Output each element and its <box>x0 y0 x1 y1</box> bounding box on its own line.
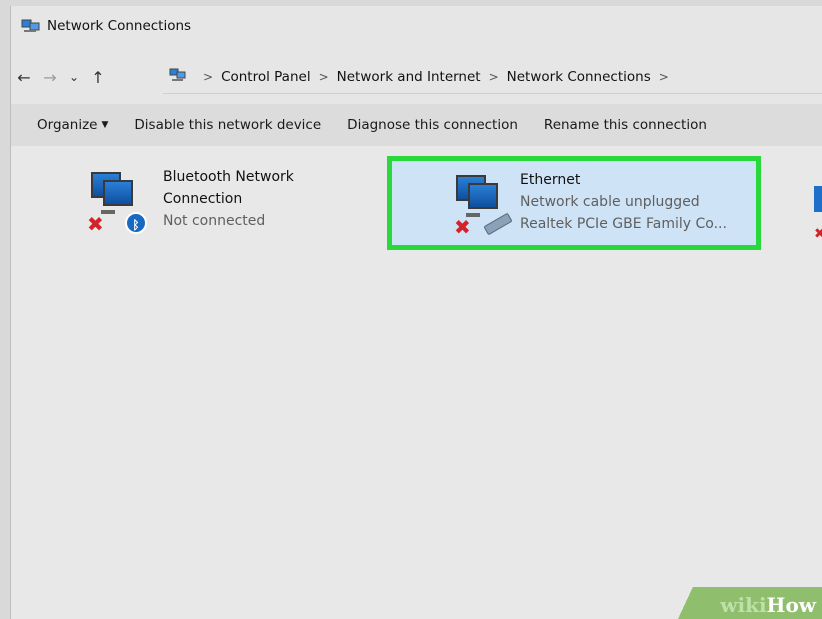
breadcrumb-separator[interactable]: > <box>659 70 669 84</box>
error-x-icon: ✖ <box>87 212 104 236</box>
watermark-wiki: wiki <box>720 593 767 617</box>
organize-menu[interactable]: Organize ▼ <box>37 117 108 133</box>
connection-status: Network cable unplugged <box>520 194 700 210</box>
up-button[interactable]: ↑ <box>85 68 111 87</box>
diagnose-connection-button[interactable]: Diagnose this connection <box>347 117 518 133</box>
connection-item-ethernet[interactable]: ✖ Ethernet Network cable unplugged Realt… <box>387 156 761 250</box>
connection-status: Not connected <box>163 213 266 229</box>
control-panel-icon <box>169 68 187 86</box>
network-cable-icon <box>483 212 513 236</box>
breadcrumb-separator: > <box>488 69 499 84</box>
connections-list: ✖ ᛒ Bluetooth Network Connection Not con… <box>11 146 822 619</box>
caret-down-icon: ▼ <box>101 120 109 130</box>
window-title: Network Connections <box>47 18 192 34</box>
partial-connection-icon[interactable]: ✖ <box>814 186 822 246</box>
connection-name: Ethernet <box>520 172 581 188</box>
breadcrumb-network-and-internet[interactable]: Network and Internet <box>337 69 481 85</box>
connection-name: Bluetooth Network <box>163 169 294 185</box>
address-bar[interactable]: > Control Panel > Network and Internet >… <box>163 60 822 94</box>
title-bar: Network Connections <box>11 6 822 46</box>
error-x-icon: ✖ <box>454 215 471 239</box>
command-bar: Organize ▼ Disable this network device Di… <box>11 104 822 146</box>
connection-device: Realtek PCIe GBE Family Co... <box>520 216 727 232</box>
connection-item-bluetooth[interactable]: ✖ ᛒ Bluetooth Network Connection Not con… <box>81 166 294 236</box>
forward-button[interactable]: → <box>37 68 63 87</box>
bluetooth-icon: ᛒ <box>125 212 147 234</box>
network-adapter-icon: ✖ <box>452 169 516 239</box>
back-button[interactable]: ← <box>11 68 37 87</box>
wikihow-watermark: wikiHow <box>662 587 822 619</box>
network-connections-icon <box>21 19 41 33</box>
address-row: ← → ⌄ ↑ > Control Panel > Network and In… <box>11 60 822 94</box>
organize-label: Organize <box>37 117 98 133</box>
watermark-how: How <box>766 593 816 617</box>
breadcrumb-control-panel[interactable]: Control Panel <box>221 69 311 85</box>
rename-connection-button[interactable]: Rename this connection <box>544 117 707 133</box>
network-connections-window: Network Connections ← → ⌄ ↑ > Control Pa… <box>10 6 822 619</box>
breadcrumb-network-connections[interactable]: Network Connections <box>507 69 651 85</box>
breadcrumb-separator: > <box>318 69 329 84</box>
network-adapter-icon: ✖ ᛒ <box>81 166 147 236</box>
recent-locations-button[interactable]: ⌄ <box>63 70 85 84</box>
disable-device-button[interactable]: Disable this network device <box>134 117 321 133</box>
connection-name-cont: Connection <box>163 191 243 207</box>
breadcrumb-separator: > <box>203 69 214 84</box>
